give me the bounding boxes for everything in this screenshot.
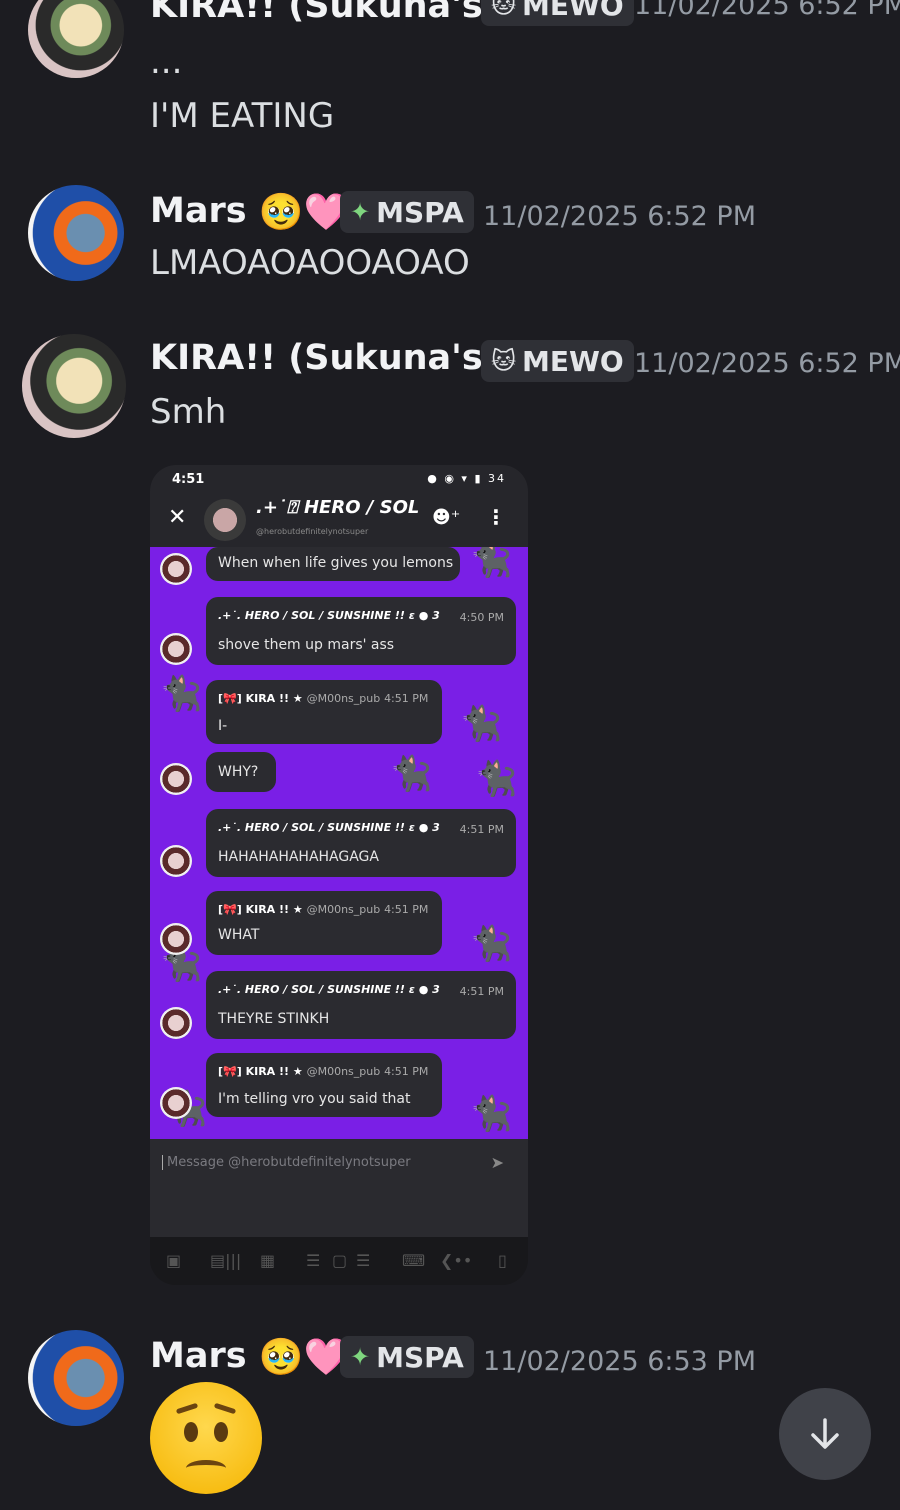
- avatar[interactable]: [28, 1330, 124, 1426]
- avatar: [204, 499, 246, 541]
- avatar: [160, 763, 192, 795]
- jump-to-present-button[interactable]: [779, 1388, 871, 1480]
- sparkle-icon: ✦: [350, 1343, 371, 1371]
- message-input: Message @herobutdefinitelynotsuper: [162, 1155, 411, 1170]
- guild-tag[interactable]: 🐱 MEWO: [481, 340, 634, 382]
- gallery-icon: ▤|||: [210, 1251, 242, 1270]
- back-list-icon: ☰: [356, 1251, 371, 1270]
- timestamp: 11/02/2025 6:52 PM: [483, 201, 756, 232]
- cat-silhouette: 🐈‍⬛: [160, 674, 203, 714]
- avatar: [160, 1007, 192, 1039]
- timestamp: 11/02/2025 6:52 PM: [634, 0, 900, 21]
- image-attachment[interactable]: 4:51 ● ◉ ▾ ▮ 34 ✕ .+˙⍰ HERO / SOL @herob…: [150, 465, 528, 1285]
- avatar[interactable]: [28, 0, 124, 78]
- send-icon: ➤: [490, 1153, 504, 1172]
- message-text: Smh: [150, 392, 227, 432]
- battery-icon: 34: [488, 472, 506, 485]
- chat-bubble: [🎀] KIRA !! ★ @M00ns_pub 4:51 PM I-: [206, 680, 442, 744]
- chat-bubble: .+˙. HERO / SOL / SUNSHINE !! ε ● 3 4:51…: [206, 809, 516, 877]
- worried-face-emoji: [150, 1382, 262, 1494]
- avatar[interactable]: [28, 185, 124, 281]
- message-composer: Message @herobutdefinitelynotsuper ➤: [150, 1139, 528, 1237]
- chat-bubble: When when life gives you lemons: [206, 547, 460, 581]
- sparkle-icon: ✦: [350, 198, 371, 226]
- message-text: I'M EATING: [150, 96, 335, 136]
- recent-apps-icon: ☰: [306, 1251, 321, 1270]
- chat-bubble: .+˙. HERO / SOL / SUNSHINE !! ε ● 3 4:50…: [206, 597, 516, 665]
- cat-silhouette: 🐈‍⬛: [470, 547, 513, 580]
- cat-icon: 🐱: [491, 347, 517, 375]
- clipboard-icon: ▯: [498, 1251, 507, 1270]
- pleading-face-emoji: 🥹: [258, 1337, 304, 1378]
- chat-bubble: .+˙. HERO / SOL / SUNSHINE !! ε ● 3 4:51…: [206, 971, 516, 1039]
- cat-icon: 🐱: [491, 0, 517, 19]
- username[interactable]: Mars 🥹🩷: [150, 1336, 348, 1378]
- avatar: [160, 1087, 192, 1119]
- more-icon: ⋮: [486, 505, 506, 529]
- status-icons: ● ◉ ▾ ▮ 34: [427, 472, 506, 485]
- cat-silhouette: 🐈‍⬛: [460, 704, 503, 744]
- home-icon: ▢: [332, 1251, 348, 1270]
- status-time: 4:51: [172, 472, 205, 487]
- username[interactable]: KIRA!! (Sukuna's ...: [150, 0, 535, 26]
- chat-bubble: [🎀] KIRA !! ★ @M00ns_pub 4:51 PM WHAT: [206, 891, 442, 955]
- avatar: [160, 633, 192, 665]
- chat-title: .+˙⍰ HERO / SOL: [256, 497, 420, 518]
- avatar: [160, 923, 192, 955]
- chat-background: 🐈‍⬛ 🐈‍⬛ 🐈‍⬛ 🐈‍⬛ 🐈‍⬛ 🐈‍⬛ 🐈‍⬛ 🐈‍⬛ 🐈‍⬛ When…: [150, 547, 528, 1139]
- keyboard-icon: ⌨: [402, 1251, 426, 1270]
- cat-silhouette: 🐈‍⬛: [470, 924, 513, 964]
- avatar[interactable]: [22, 334, 126, 438]
- close-icon: ✕: [168, 505, 187, 530]
- cat-silhouette: 🐈‍⬛: [475, 759, 518, 799]
- add-friend-icon: ☻⁺: [432, 507, 461, 528]
- message-text: LMAOAOAOOAOAO: [150, 243, 470, 283]
- guild-tag[interactable]: ✦ MSPA: [340, 191, 474, 233]
- timestamp: 11/02/2025 6:53 PM: [483, 1346, 756, 1377]
- sticker-icon: ▣: [166, 1251, 182, 1270]
- avatar: [160, 845, 192, 877]
- keyboard-bar: ▣ ▤||| ▦ ☰ ▢ ☰ ⌨ ❮•• ▯: [150, 1237, 528, 1285]
- avatar: [160, 553, 192, 585]
- cat-silhouette: 🐈‍⬛: [470, 1094, 513, 1134]
- chat-bubble: [🎀] KIRA !! ★ @M00ns_pub 4:51 PM I'm tel…: [206, 1053, 442, 1117]
- chat-subtitle: @herobutdefinitelynotsuper: [256, 527, 369, 536]
- username[interactable]: KIRA!! (Sukuna's ...: [150, 338, 535, 378]
- username[interactable]: Mars 🥹🩷: [150, 191, 348, 233]
- chat-bubble: WHY?: [206, 752, 276, 792]
- status-bar: 4:51 ● ◉ ▾ ▮ 34: [150, 465, 528, 495]
- chat-header: ✕ .+˙⍰ HERO / SOL @herobutdefinitelynots…: [150, 495, 528, 547]
- pleading-face-emoji: 🥹: [258, 192, 304, 233]
- timestamp: 11/02/2025 6:52 PM: [634, 348, 900, 379]
- arrow-down-icon: [811, 1418, 839, 1449]
- guild-tag[interactable]: 🐱 MEWO: [481, 0, 634, 26]
- guild-tag[interactable]: ✦ MSPA: [340, 1336, 474, 1378]
- message-text: ...: [150, 42, 183, 82]
- gif-icon: ▦: [260, 1251, 276, 1270]
- cat-silhouette: 🐈‍⬛: [390, 754, 433, 794]
- back-icon: ❮••: [440, 1251, 473, 1270]
